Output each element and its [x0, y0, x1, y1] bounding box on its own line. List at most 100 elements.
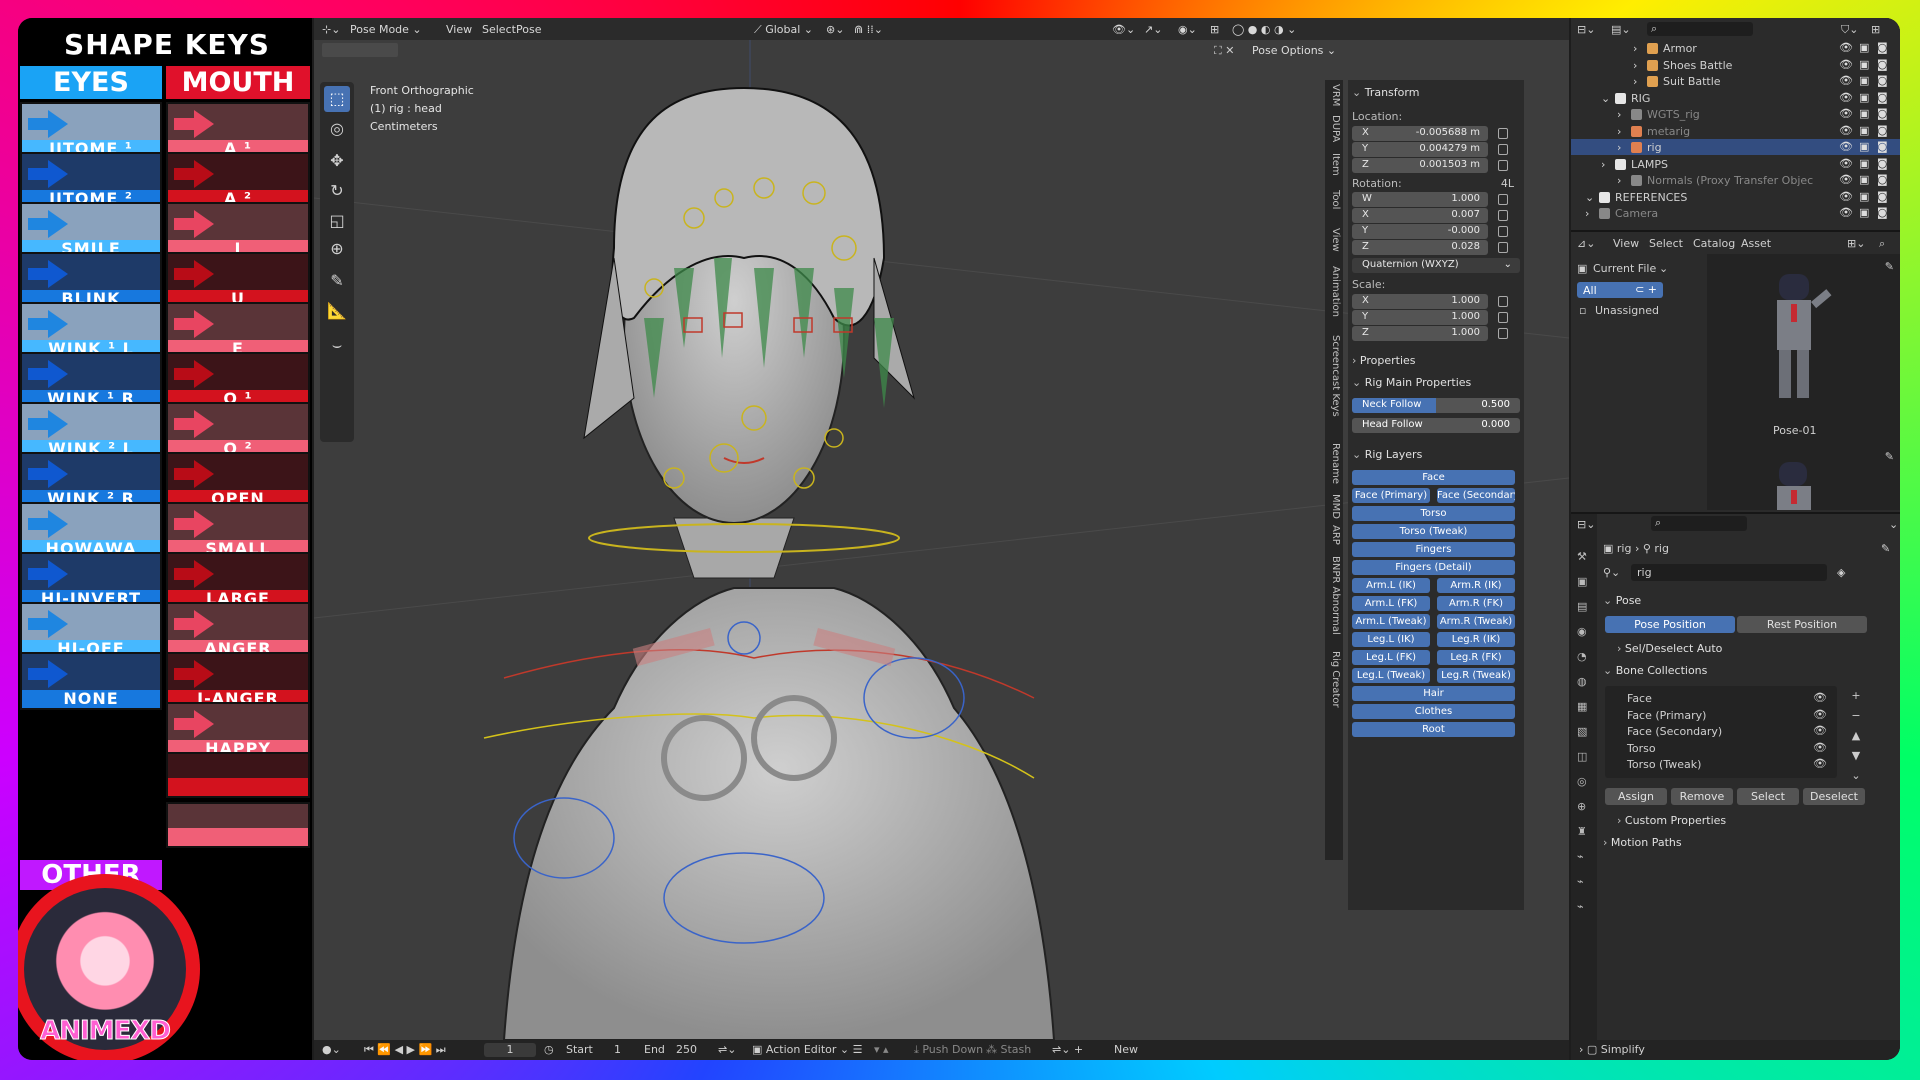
rig-layer-button[interactable]: Face (Secondary) [1437, 488, 1515, 503]
pin-toggle-icon[interactable]: ✎ [1881, 542, 1890, 555]
asset-menu-catalog[interactable]: Catalog [1693, 237, 1735, 250]
rig-layer-button[interactable]: Leg.R (Tweak) [1437, 668, 1515, 683]
sidebar-tab[interactable]: Item [1327, 153, 1341, 176]
rig-layer-button[interactable]: Arm.L (Tweak) [1352, 614, 1430, 629]
lock-icon[interactable] [1498, 312, 1508, 323]
outliner-row[interactable]: › Suit Battle 👁 ▣ ◙ [1571, 73, 1900, 89]
transform-tool-icon[interactable]: ⊕ [324, 236, 350, 262]
expand-arrow-icon[interactable]: › [1617, 125, 1621, 138]
action-editor-dropdown[interactable]: ▣ Action Editor ⌄ ☰ [752, 1043, 862, 1056]
render-visibility-icon[interactable]: ▣ [1859, 157, 1869, 170]
expand-arrow-icon[interactable]: › [1585, 207, 1589, 220]
grid-view-icon[interactable]: ⊞⌄ [1847, 237, 1865, 250]
lock-icon[interactable] [1498, 144, 1508, 155]
rig-layer-button[interactable]: Arm.R (IK) [1437, 578, 1515, 593]
bone-collection-row[interactable]: Face 👁 [1605, 690, 1837, 706]
eye-icon[interactable]: 👁 [1839, 41, 1853, 54]
eye-icon[interactable]: 👁 [1839, 74, 1853, 87]
rig-layer-button[interactable]: Leg.L (IK) [1352, 632, 1430, 647]
eye-icon[interactable]: 👁 [1839, 91, 1853, 104]
lock-icon[interactable] [1498, 194, 1508, 205]
expand-arrow-icon[interactable]: ⌄ [1601, 92, 1610, 105]
outliner-row[interactable]: › Armor 👁 ▣ ◙ [1571, 40, 1900, 56]
asset-menu-asset[interactable]: Asset [1741, 237, 1771, 250]
asset-browser-icon[interactable]: ⊿⌄ [1577, 237, 1595, 250]
neck-follow-slider[interactable]: Neck Follow 0.500 [1352, 398, 1520, 413]
new-collection-icon[interactable]: ⊞ [1871, 23, 1880, 36]
bone-collection-action-button[interactable]: Select [1737, 788, 1799, 805]
cursor-tool-icon[interactable]: ◎ [324, 116, 350, 142]
loc-field[interactable]: X -0.005688 m [1352, 126, 1488, 141]
scale-tool-icon[interactable]: ◱ [324, 208, 350, 234]
current-frame-field[interactable]: 1 [484, 1043, 536, 1057]
pose-tool-icon[interactable]: ⌣ [324, 332, 350, 358]
scl-field[interactable]: Z 1.000 [1352, 326, 1488, 341]
rot-field[interactable]: Y -0.000 [1352, 224, 1488, 239]
3d-viewport[interactable]: ⊹⌄ Pose Mode ⌄ View Select Pose ⟋ Global… [314, 18, 1569, 1060]
expand-arrow-icon[interactable]: › [1633, 75, 1637, 88]
render-visibility-icon[interactable]: ▣ [1859, 190, 1869, 203]
expand-arrow-icon[interactable]: › [1617, 174, 1621, 187]
rig-layers-header[interactable]: Rig Layers [1352, 448, 1520, 464]
loc-field[interactable]: Z 0.001503 m [1352, 158, 1488, 173]
sidebar-tab[interactable]: ARP [1327, 525, 1341, 545]
pin-icon[interactable]: ⌄ [1889, 518, 1898, 531]
outliner-row[interactable]: › metarig 👁 ▣ ◙ [1571, 123, 1900, 139]
lock-icon[interactable] [1498, 128, 1508, 139]
mouth-key-button[interactable] [166, 802, 310, 848]
rig-layer-button[interactable]: Root [1352, 722, 1515, 737]
eye-key-button[interactable]: NONE [20, 652, 162, 710]
render-visibility-icon[interactable]: ▣ [1859, 107, 1869, 120]
outliner-row[interactable]: › Shoes Battle 👁 ▣ ◙ [1571, 57, 1900, 73]
rig-layer-button[interactable]: Arm.R (Tweak) [1437, 614, 1515, 629]
sidebar-tab[interactable]: MMD [1327, 494, 1341, 519]
asset-menu-view[interactable]: View [1613, 237, 1639, 250]
bone-collections-header[interactable]: Bone Collections [1603, 664, 1708, 677]
outliner-row[interactable]: › LAMPS 👁 ▣ ◙ [1571, 156, 1900, 172]
rig-layer-button[interactable]: Arm.R (FK) [1437, 596, 1515, 611]
rig-layer-button[interactable]: Fingers [1352, 542, 1515, 557]
expand-arrow-icon[interactable]: › [1617, 108, 1621, 121]
rig-layer-button[interactable]: Face (Primary) [1352, 488, 1430, 503]
camera-icon[interactable]: ◙ [1877, 91, 1888, 104]
arrows-icon[interactable]: ▾ ▴ [874, 1043, 889, 1056]
eye-icon[interactable]: 👁 [1813, 691, 1827, 704]
render-visibility-icon[interactable]: ▣ [1859, 74, 1869, 87]
edit-thumbnail-icon[interactable]: ✎ [1885, 260, 1894, 273]
outliner-row[interactable]: › Camera 👁 ▣ ◙ [1571, 205, 1900, 221]
expand-arrow-icon[interactable]: › [1617, 141, 1621, 154]
eye-icon[interactable]: 👁 [1813, 741, 1827, 754]
sidebar-tab[interactable]: Rename [1327, 443, 1341, 484]
rig-layer-button[interactable]: Leg.R (FK) [1437, 650, 1515, 665]
add-catalog-icon[interactable]: ⊂ + [1635, 283, 1657, 296]
edit-thumbnail-icon-2[interactable]: ✎ [1885, 450, 1894, 463]
rig-layer-button[interactable]: Arm.L (IK) [1352, 578, 1430, 593]
stash-button[interactable]: ⁂ Stash [986, 1043, 1031, 1056]
sidebar-tab[interactable]: DUPA [1327, 115, 1341, 142]
sidebar-tab[interactable]: Tool [1327, 190, 1341, 209]
eye-icon[interactable]: 👁 [1813, 757, 1827, 770]
editor-menu-icon[interactable]: ⇌⌄ [718, 1043, 736, 1056]
bone-collection-row[interactable]: Torso 👁 [1605, 740, 1837, 756]
list-side-buttons[interactable]: + − ▲ ▼ ⌄ [1841, 686, 1871, 786]
transform-header[interactable]: Transform [1352, 86, 1520, 102]
catalog-unassigned[interactable]: ▫ Unassigned [1577, 302, 1667, 318]
expand-arrow-icon[interactable]: ⌄ [1585, 191, 1594, 204]
camera-icon[interactable]: ◙ [1877, 173, 1888, 186]
outliner-row[interactable]: › WGTS_rig 👁 ▣ ◙ [1571, 106, 1900, 122]
rig-main-header[interactable]: Rig Main Properties [1352, 376, 1520, 392]
keyframe-icon[interactable]: ●⌄ [322, 1043, 341, 1056]
lock-icon[interactable] [1498, 210, 1508, 221]
properties-type-icon[interactable]: ⊟⌄ [1577, 518, 1595, 531]
sidebar-tab[interactable]: Animation [1327, 266, 1341, 317]
catalog-all[interactable]: All ⊂ + [1577, 282, 1663, 298]
outliner-row[interactable]: ⌄ REFERENCES 👁 ▣ ◙ [1571, 189, 1900, 205]
sel-deselect-header[interactable]: Sel/Deselect Auto [1617, 642, 1722, 655]
push-down-button[interactable]: ⤓ Push Down [914, 1043, 983, 1057]
playback-controls-icon[interactable]: ⏮ ⏪ ◀ ▶ ⏩ ⏭ [364, 1043, 446, 1057]
new-action-button[interactable]: New [1114, 1043, 1138, 1056]
properties-header[interactable]: Properties [1352, 354, 1520, 370]
rig-layer-button[interactable]: Torso (Tweak) [1352, 524, 1515, 539]
render-visibility-icon[interactable]: ▣ [1859, 58, 1869, 71]
outliner-type-icon[interactable]: ⊟⌄ [1577, 23, 1595, 36]
